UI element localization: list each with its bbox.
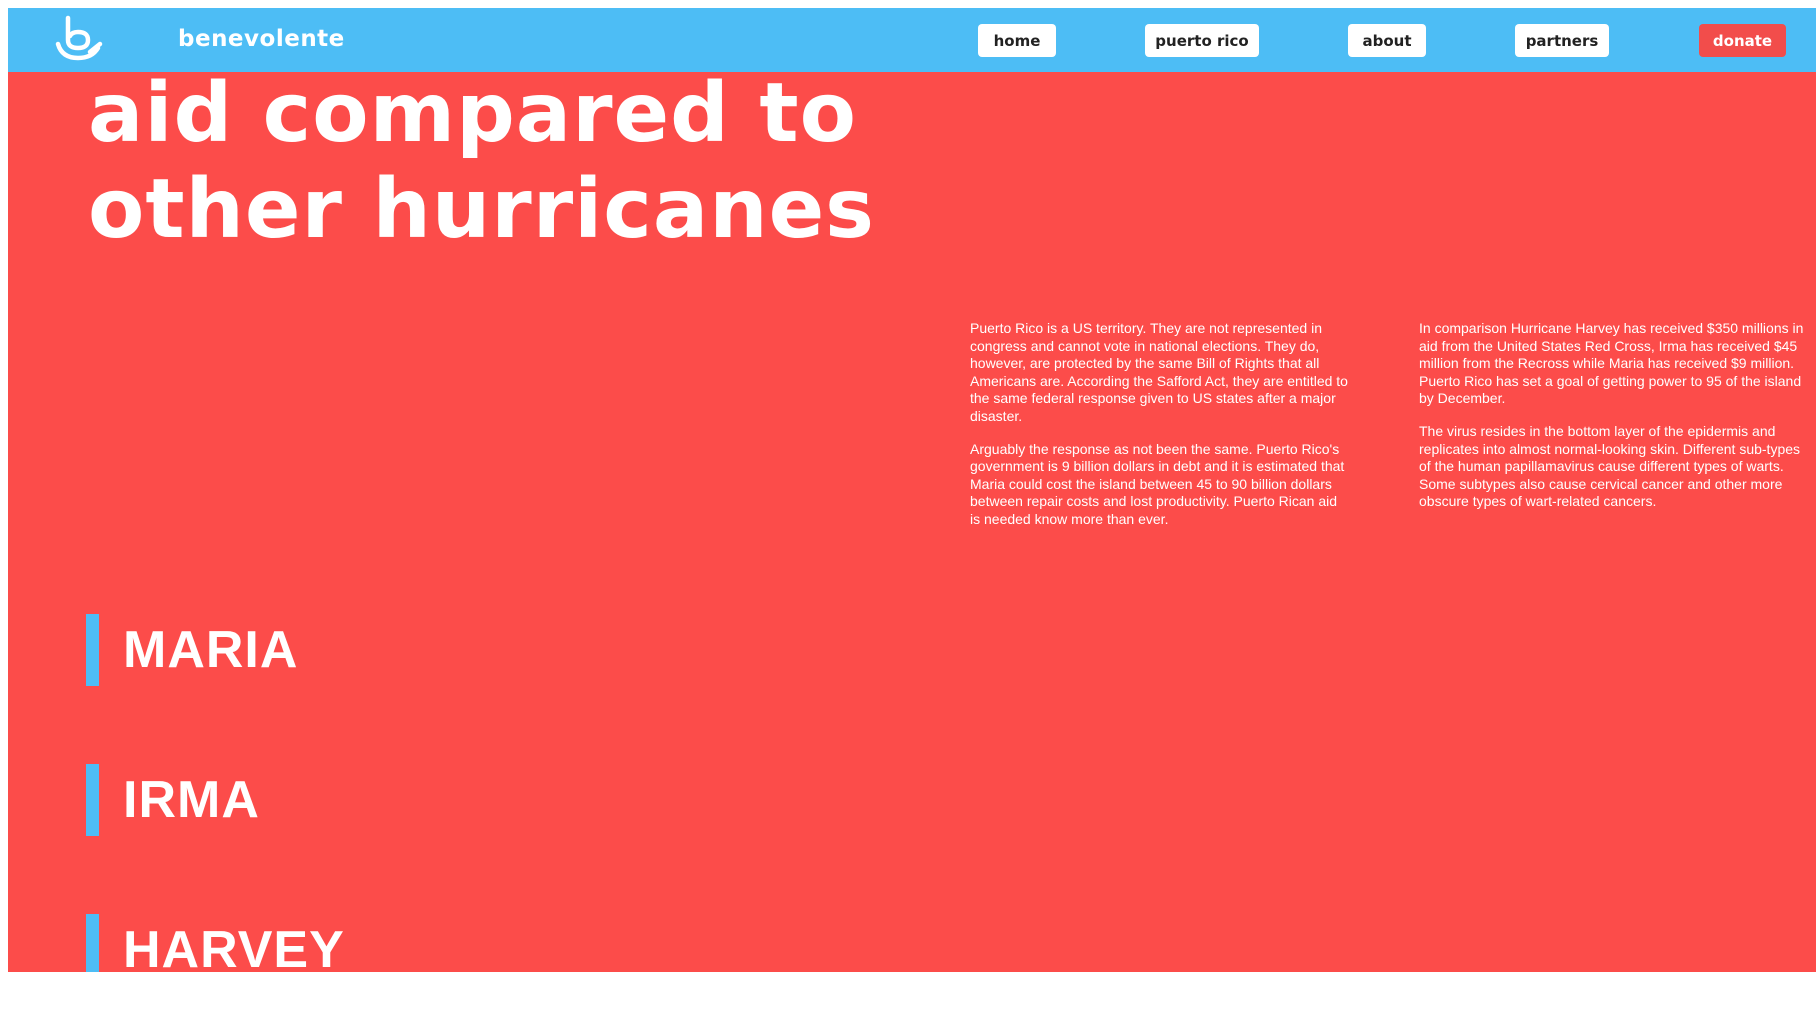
right-paragraph-1: In comparison Hurricane Harvey has recei…: [1419, 320, 1804, 407]
page-frame: benevolente home puerto rico about partn…: [0, 0, 1816, 1028]
left-paragraph-1: Puerto Rico is a US territory. They are …: [970, 320, 1348, 424]
storm-item-harvey[interactable]: HARVEY: [86, 914, 345, 972]
donate-button[interactable]: donate: [1699, 24, 1786, 57]
main-content: aid compared to other hurricanes Puerto …: [8, 72, 1816, 972]
storm-label-harvey: HARVEY: [123, 921, 345, 972]
accent-bar: [86, 614, 99, 686]
nav-partners-button[interactable]: partners: [1515, 24, 1609, 57]
left-border: [0, 0, 8, 1028]
page-title-line-1: aid compared to: [88, 72, 857, 161]
page-title: aid compared to other hurricanes: [88, 72, 908, 258]
storm-item-maria[interactable]: MARIA: [86, 614, 298, 686]
nav-about-button[interactable]: about: [1348, 24, 1426, 57]
left-text-column: Puerto Rico is a US territory. They are …: [970, 320, 1350, 544]
top-border: [0, 0, 1816, 8]
nav-bar: benevolente home puerto rico about partn…: [8, 8, 1816, 72]
accent-bar: [86, 914, 99, 972]
nav-puerto-rico-button[interactable]: puerto rico: [1145, 24, 1259, 57]
right-paragraph-2: The virus resides in the bottom layer of…: [1419, 422, 1801, 510]
accent-bar: [86, 764, 99, 836]
brand-name[interactable]: benevolente: [178, 26, 345, 52]
right-text-column: In comparison Hurricane Harvey has recei…: [1419, 320, 1804, 526]
storm-label-maria: MARIA: [123, 621, 299, 679]
hand-holding-b-logo-icon[interactable]: [54, 14, 106, 66]
left-paragraph-2: Arguably the response as not been the sa…: [970, 440, 1345, 527]
storm-item-irma[interactable]: IRMA: [86, 764, 260, 836]
page-title-line-2: other hurricanes: [88, 162, 875, 257]
storm-label-irma: IRMA: [123, 771, 260, 829]
nav-home-button[interactable]: home: [978, 24, 1056, 57]
